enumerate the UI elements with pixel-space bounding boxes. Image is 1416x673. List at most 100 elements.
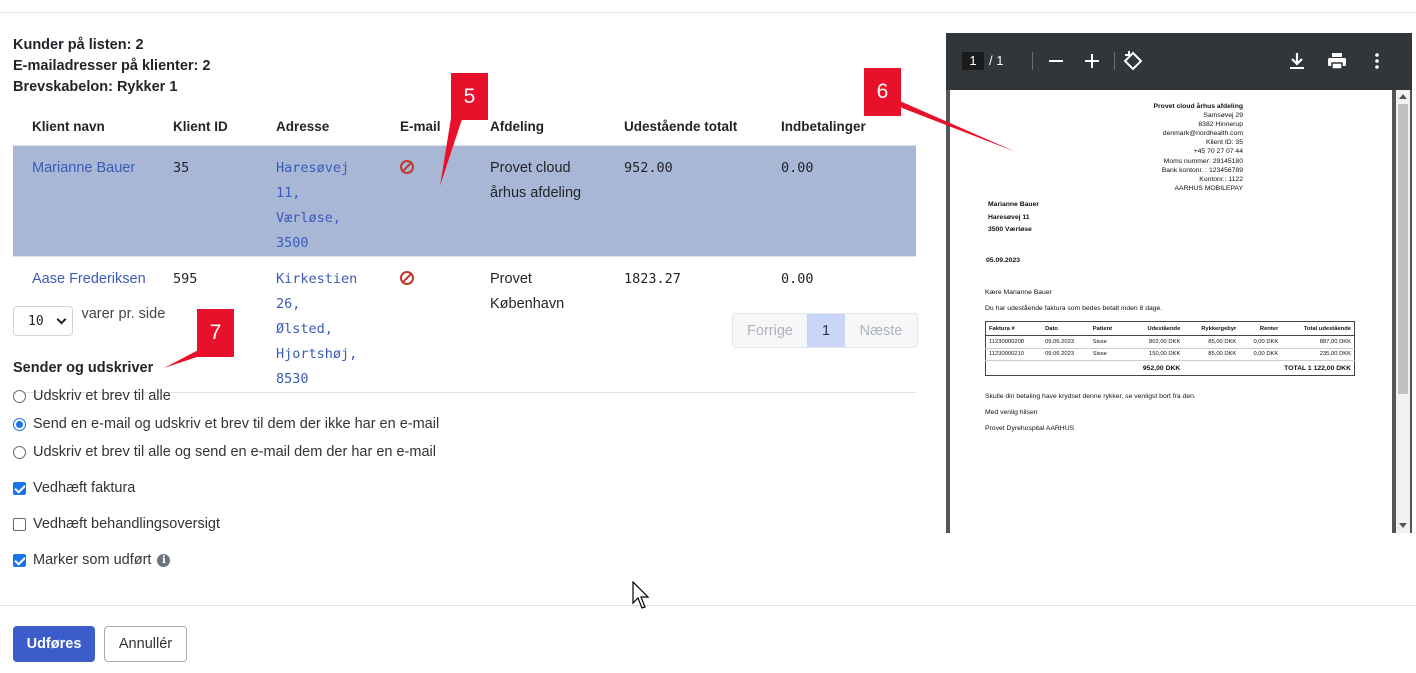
client-name-link[interactable]: Aase Frederiksen xyxy=(32,271,146,287)
attach-invoice[interactable]: Vedhæft faktura xyxy=(13,480,135,496)
zoom-in-icon[interactable] xyxy=(1080,49,1104,73)
checkbox-label: Marker som udført xyxy=(33,552,152,568)
next-page-button[interactable]: Næste xyxy=(845,314,917,347)
address-link-line3[interactable]: Hjortshøj, 8530 xyxy=(276,342,381,392)
pdf-recipient: Marianne Bauer Haresøvej 11 3500 Værløse xyxy=(988,199,1039,237)
summary-customers: Kunder på listen: 2 xyxy=(13,37,144,53)
option-label: Send en e-mail og udskriv et brev til de… xyxy=(33,416,440,432)
pdf-company-vat: Moms nummer: 29145180 xyxy=(1163,157,1243,165)
col-department[interactable]: Afdeling xyxy=(471,108,605,145)
pdf-page: Provet cloud århus afdeling Samsøvej 29 … xyxy=(950,90,1392,533)
download-icon[interactable] xyxy=(1285,49,1309,73)
pdf-company-phone: +45 70 27 07 44 xyxy=(1193,148,1243,156)
pdf-client-id: Klient ID: 35 xyxy=(1205,139,1243,147)
pdf-th: Dato xyxy=(1042,321,1090,336)
client-id: 35 xyxy=(173,159,190,176)
pdf-greeting: Kære Marianne Bauer xyxy=(985,289,1052,296)
pdf-closing: Skulle din betaling have krydset denne r… xyxy=(985,393,1196,400)
pdf-td: 150,00 DKK xyxy=(1124,348,1184,361)
pdf-date: 05.09.2023 xyxy=(986,257,1021,264)
pdf-company-name: Provet cloud århus afdeling xyxy=(1153,103,1243,110)
col-address[interactable]: Adresse xyxy=(257,108,381,145)
pdf-company-city: 8382 Hinnerup xyxy=(1198,121,1243,129)
submit-button[interactable]: Udføres xyxy=(13,626,95,662)
pdf-company-block: Provet cloud århus afdeling Samsøvej 29 … xyxy=(1153,102,1243,193)
pdf-company-street: Samsøvej 29 xyxy=(1203,112,1243,120)
pdf-scroll-thumb[interactable] xyxy=(1398,104,1408,394)
col-client-name[interactable]: Klient navn xyxy=(13,108,154,145)
option-print-all-and-email[interactable]: Udskriv et brev til alle og send en e-ma… xyxy=(13,444,436,460)
radio-print-all[interactable] xyxy=(13,389,26,403)
annotation-badge-6: 6 xyxy=(864,68,901,116)
pdf-recipient-street: Haresøvej 11 xyxy=(988,213,1030,221)
pdf-page-total: / 1 xyxy=(989,53,1004,68)
pdf-intro: Du har udestående faktura som bedes beta… xyxy=(985,305,1163,312)
option-label: Udskriv et brev til alle xyxy=(33,388,171,404)
table-row[interactable]: Marianne Bauer 35 Haresøvej 11, Værløse,… xyxy=(13,144,916,256)
rotate-icon[interactable] xyxy=(1121,49,1145,73)
per-page-control: 10 varer pr. side xyxy=(13,306,165,336)
prev-page-button[interactable]: Forrige xyxy=(733,314,807,347)
pdf-invoice-table: Faktura # Dato Patient Udestående Rykker… xyxy=(985,321,1355,376)
print-icon[interactable] xyxy=(1325,49,1349,73)
checkbox-label: Vedhæft faktura xyxy=(33,480,136,496)
client-id: 595 xyxy=(173,270,198,287)
attach-treatment-overview[interactable]: Vedhæft behandlingsoversigt xyxy=(13,516,220,532)
sender-title: Sender og udskriver xyxy=(13,360,154,376)
top-divider xyxy=(0,12,1416,13)
per-page-value: 10 xyxy=(28,314,44,329)
pdf-td: Sisse xyxy=(1089,348,1125,361)
radio-print-all-and-email[interactable] xyxy=(13,445,26,459)
no-email-icon xyxy=(400,159,414,174)
no-email-icon xyxy=(400,270,414,285)
pdf-th: Patient xyxy=(1089,321,1125,336)
pdf-th: Rykkergebyr xyxy=(1183,321,1240,336)
pdf-scrollbar[interactable] xyxy=(1396,90,1410,533)
attach-treatment-checkbox[interactable] xyxy=(13,517,26,531)
info-icon[interactable]: i xyxy=(157,553,171,567)
radio-email-and-print[interactable] xyxy=(13,417,26,431)
client-name-link[interactable]: Marianne Bauer xyxy=(32,160,135,176)
zoom-out-icon[interactable] xyxy=(1044,49,1068,73)
pdf-th: Udestående xyxy=(1124,321,1184,336)
mouse-cursor-icon xyxy=(632,581,650,609)
pdf-page-input[interactable]: 1 xyxy=(962,52,984,70)
pdf-td: 09.06.2023 xyxy=(1042,348,1090,361)
summary-emails: E-mailadresser på klienter: 2 xyxy=(13,58,211,74)
chevron-down-icon xyxy=(56,314,67,325)
page-1-button[interactable]: 1 xyxy=(807,314,845,347)
pdf-company-account: Kontonr.: 1122 xyxy=(1199,175,1243,183)
department-line2: århus afdeling xyxy=(490,184,582,201)
annotation-badge-7: 7 xyxy=(197,309,234,357)
pdf-recipient-name: Marianne Bauer xyxy=(988,201,1039,208)
pdf-td: 235,00 DKK xyxy=(1281,348,1355,361)
more-options-icon[interactable] xyxy=(1365,49,1389,73)
pdf-td: 887,00 DKK xyxy=(1281,335,1355,349)
scroll-down-icon[interactable] xyxy=(1399,523,1407,528)
per-page-select[interactable]: 10 xyxy=(13,306,73,336)
department-line1: Provet xyxy=(490,270,532,287)
pdf-th: Renter xyxy=(1239,321,1282,336)
mark-done-checkbox[interactable] xyxy=(13,553,26,567)
address-link-line1[interactable]: Kirkestien 26, xyxy=(276,267,381,317)
pdf-td: 0,00 DKK xyxy=(1239,348,1282,361)
per-page-label: varer pr. side xyxy=(81,306,166,322)
pdf-td: 11230000208 xyxy=(985,335,1043,349)
mark-as-done[interactable]: Marker som udført i xyxy=(13,552,171,568)
cancel-button[interactable]: Annullér xyxy=(104,626,187,662)
col-outstanding[interactable]: Udestående totalt xyxy=(605,108,762,145)
scroll-up-icon[interactable] xyxy=(1399,94,1407,99)
pdf-company-mobilepay: AARHUS MOBILEPAY xyxy=(1174,184,1244,192)
option-email-and-print[interactable]: Send en e-mail og udskriv et brev til de… xyxy=(13,416,439,432)
col-client-id[interactable]: Klient ID xyxy=(154,108,257,145)
pdf-total-outstanding: 952,00 DKK xyxy=(1142,364,1181,372)
address-link-line2[interactable]: Ølsted, xyxy=(276,317,381,342)
pdf-regards: Med venlig hilsen xyxy=(985,409,1038,416)
address-link-line2[interactable]: Værløse, 3500 xyxy=(276,206,381,256)
address-link-line1[interactable]: Haresøvej 11, xyxy=(276,156,381,206)
option-print-all[interactable]: Udskriv et brev til alle xyxy=(13,388,171,404)
attach-invoice-checkbox[interactable] xyxy=(13,481,26,495)
footer-divider xyxy=(0,605,1416,606)
pdf-viewer[interactable]: 1 / 1 Provet cloud århus afdeling Samsøv… xyxy=(946,33,1412,533)
pdf-total-row: 952,00 DKK TOTAL 1 122,00 DKK xyxy=(986,361,1355,376)
